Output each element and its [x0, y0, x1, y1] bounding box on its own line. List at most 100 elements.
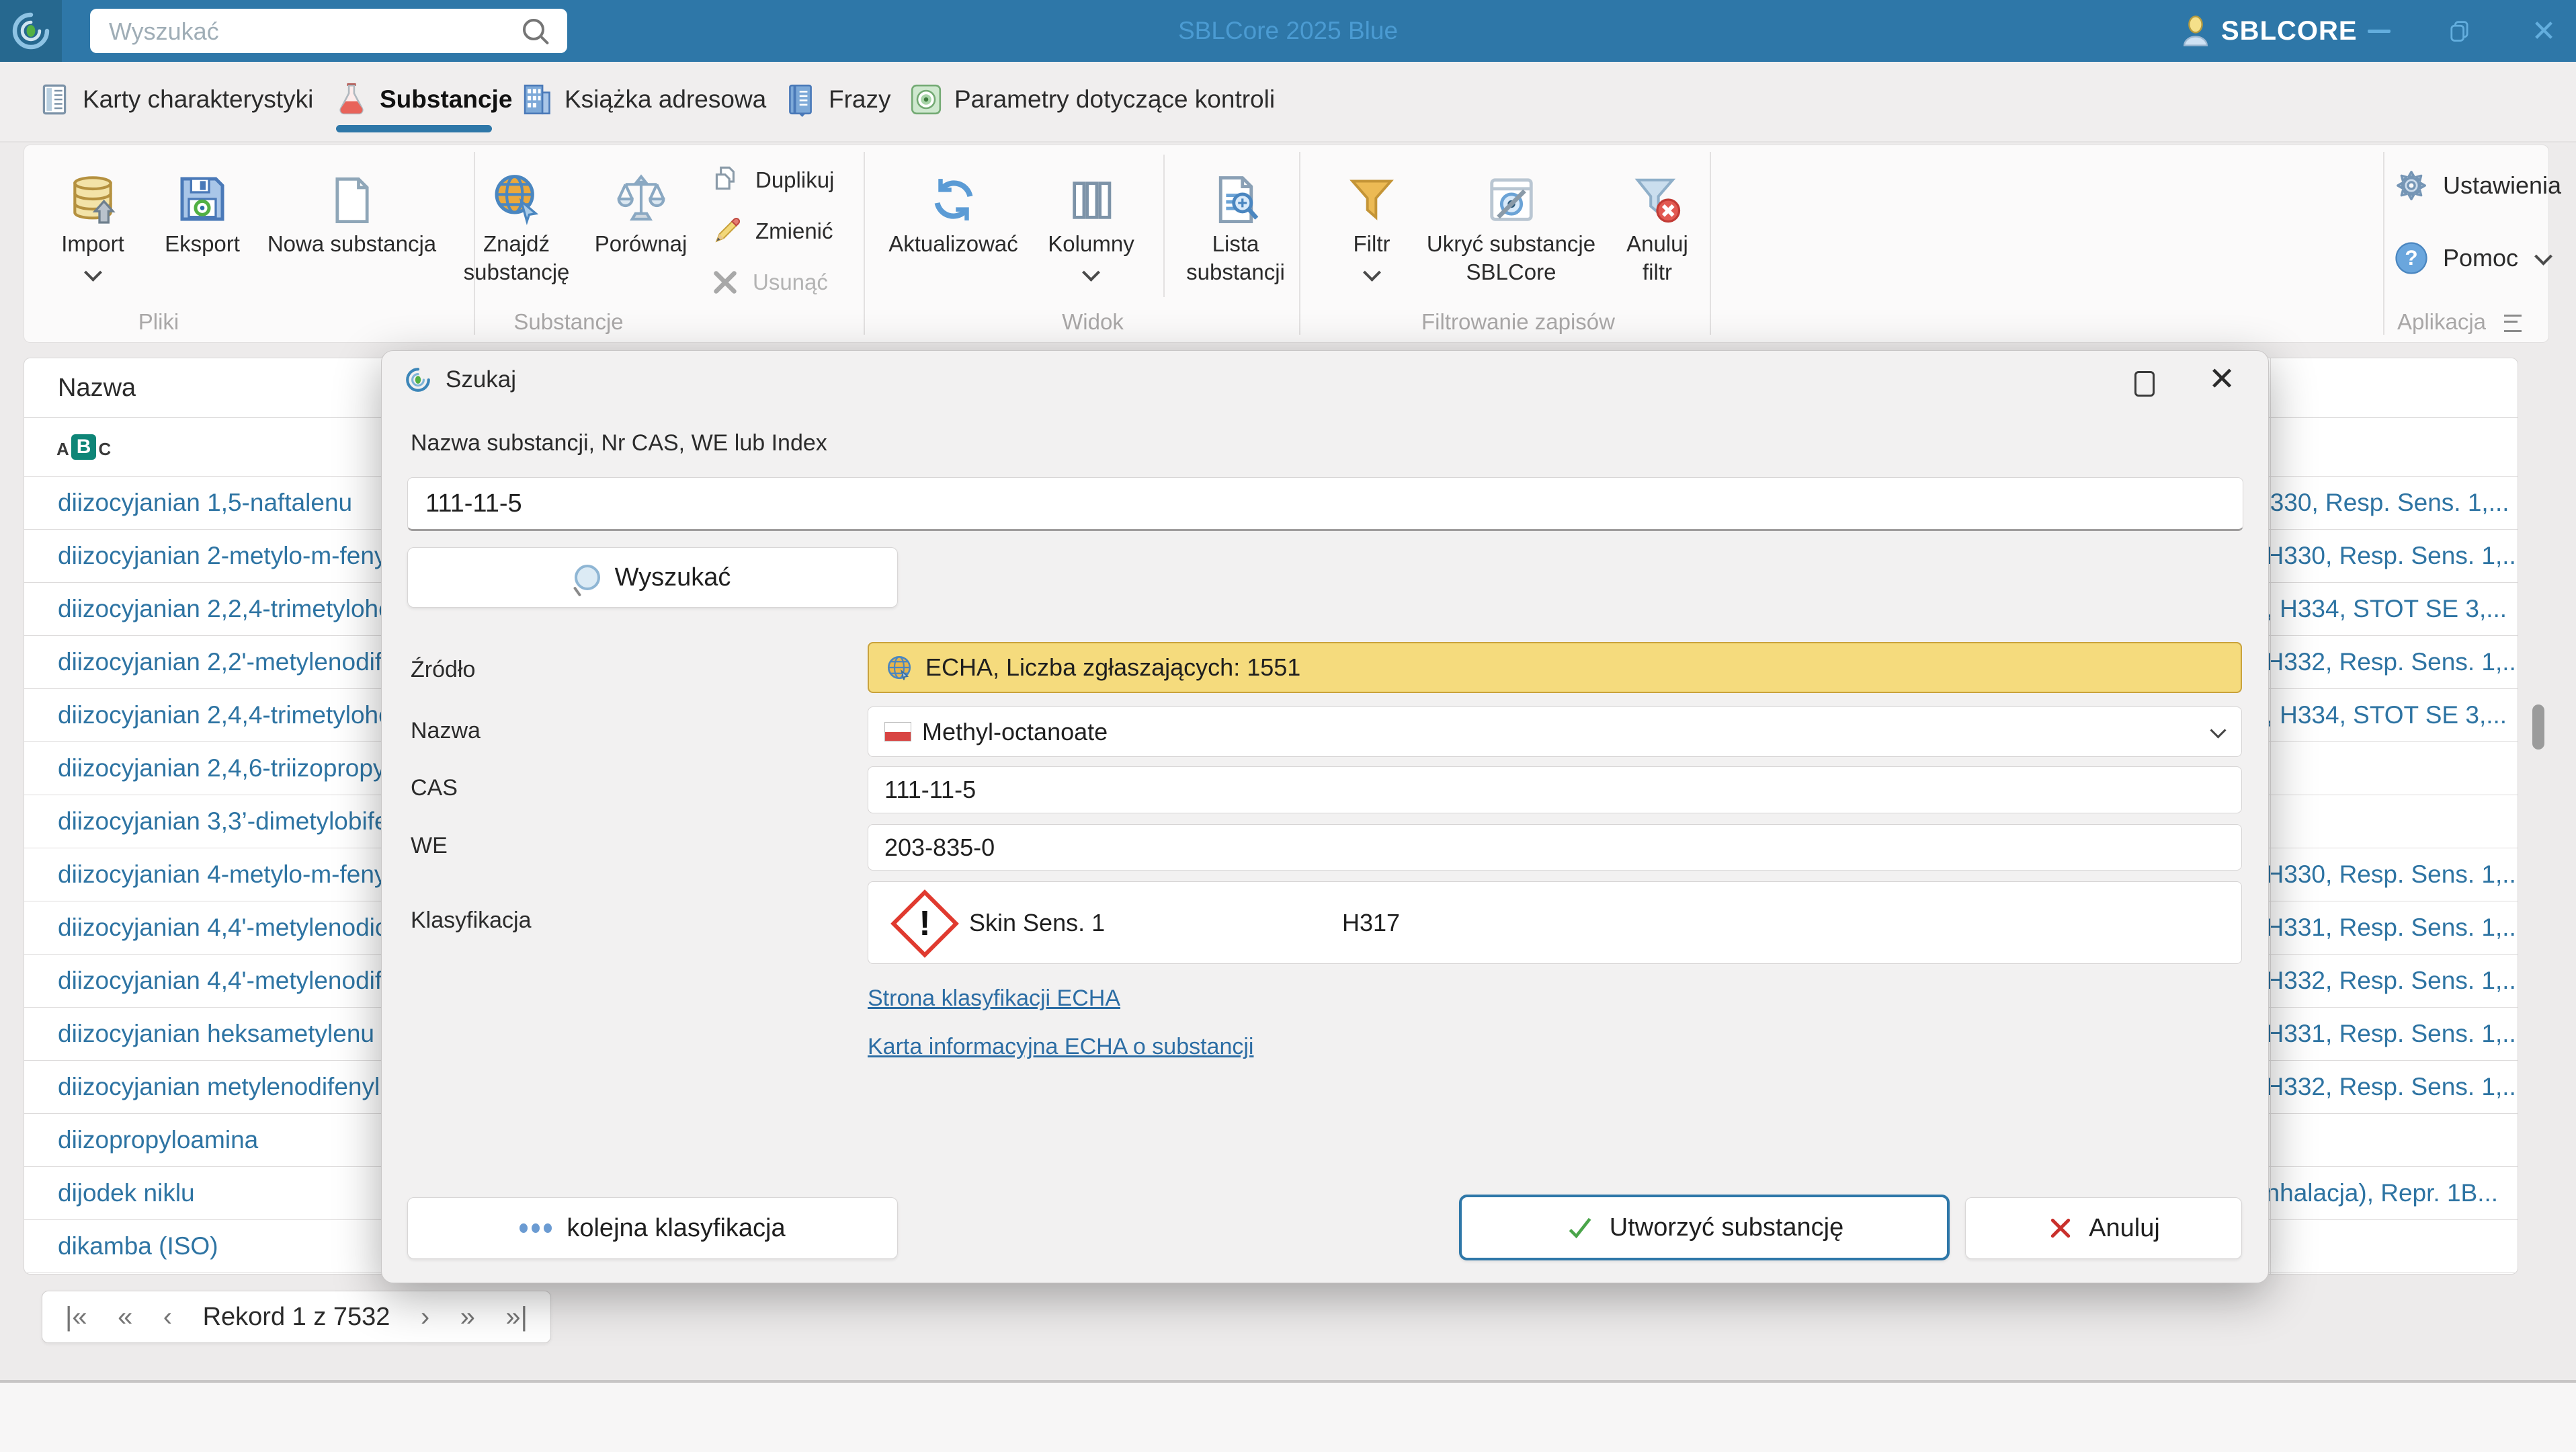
we-field[interactable]: 203-835-0: [868, 824, 2242, 871]
tab-ksiazka-adresowa[interactable]: Książka adresowa: [519, 62, 766, 137]
substance-name[interactable]: diizocyjanian 1,5-naftalenu: [58, 489, 352, 517]
previous-record-button[interactable]: ‹: [163, 1302, 172, 1332]
next-record-button[interactable]: ›: [421, 1302, 429, 1332]
tab-karty-charakterystyki[interactable]: Karty charakterystyki: [37, 62, 313, 137]
anuluj-label: Anuluj: [2089, 1213, 2160, 1242]
close-icon: ✕: [2208, 362, 2236, 397]
first-record-button[interactable]: |«: [65, 1302, 87, 1332]
duplikuj-button[interactable]: Duplikuj: [710, 159, 834, 202]
porownaj-button[interactable]: Porównaj: [582, 153, 700, 258]
tab-parametry-kontroli[interactable]: Parametry dotyczące kontroli: [909, 62, 1275, 137]
substance-name[interactable]: diizocyjanian heksametylenu: [58, 1020, 374, 1048]
copy-pages-icon: [710, 163, 743, 197]
account-button[interactable]: SBLCORE: [2179, 0, 2358, 62]
anuluj-filtr-button[interactable]: Anuluj filtr: [1610, 153, 1704, 286]
chevron-down-icon[interactable]: [2210, 722, 2227, 739]
globe-search-icon: [490, 153, 544, 230]
new-page-icon: [327, 153, 378, 230]
rewind-button[interactable]: «: [118, 1302, 132, 1332]
dialog-close-button[interactable]: ✕: [2208, 360, 2235, 398]
restore-button[interactable]: [2429, 0, 2490, 62]
echa-infocard-link[interactable]: Karta informacyjna ECHA o substancji: [868, 1034, 1253, 1060]
nazwa-value: Methyl-octanoate: [922, 717, 1108, 745]
globe-icon: [885, 653, 913, 682]
utworzyc-substancje-button[interactable]: Utworzyć substancję: [1459, 1195, 1950, 1260]
cancel-filter-icon: [1631, 153, 1684, 230]
active-tab-indicator: [336, 125, 492, 132]
znajdz-substancje-label: Znajdź substancję: [463, 231, 570, 284]
wyszukac-label: Wyszukać: [614, 563, 731, 592]
hazard-code: H317: [1342, 908, 1401, 936]
ukryc-substancje-button[interactable]: Ukryć substancje SBLCore: [1422, 153, 1600, 286]
chevron-down-icon: [2534, 247, 2552, 266]
group-label-substancje: Substancje: [513, 309, 624, 334]
usunac-button[interactable]: Usunąć: [710, 261, 828, 304]
znajdz-substancje-button[interactable]: Znajdź substancję: [454, 153, 579, 286]
classification-fragment: , H330, Resp. Sens. 1,...: [2252, 860, 2516, 888]
tab-label: Frazy: [829, 85, 891, 113]
close-icon: ✕: [2531, 14, 2557, 48]
minimize-button[interactable]: [2349, 0, 2409, 62]
dialog-title: Szukaj: [446, 366, 517, 393]
substance-name[interactable]: diizocyjanian 4-metylo-m-fenylenu: [58, 860, 433, 889]
chevron-down-icon: [83, 264, 102, 282]
substance-name[interactable]: diizocyjanian 2-metylo-m-fenylenu: [58, 542, 433, 570]
phrase-book-icon: [783, 82, 818, 117]
eksport-button[interactable]: Eksport: [145, 153, 259, 258]
dialog-maximize-button[interactable]: [2134, 371, 2155, 397]
window-bottom-strip: [0, 1383, 2576, 1452]
nowa-substancja-button[interactable]: Nowa substancja: [266, 153, 438, 258]
group-separator: [864, 152, 865, 335]
hazard-class: Skin Sens. 1: [969, 908, 1106, 936]
zmienic-button[interactable]: Zmienić: [710, 210, 833, 253]
group-separator: [2383, 152, 2384, 335]
search-icon[interactable]: [523, 19, 544, 40]
classification-fragment: , H331, Resp. Sens. 1,...: [2252, 914, 2516, 941]
tab-frazy[interactable]: Frazy: [783, 62, 891, 137]
zrodlo-field[interactable]: ECHA, Liczba zgłaszających: 1551: [868, 642, 2242, 693]
anuluj-button[interactable]: Anuluj: [1965, 1197, 2242, 1259]
hide-eye-window-icon: [1485, 153, 1538, 230]
ukryc-substancje-label: Ukryć substancje SBLCore: [1426, 231, 1596, 284]
database-import-icon: [66, 153, 120, 230]
lista-substancji-button[interactable]: Lista substancji: [1180, 153, 1291, 286]
delete-x-icon: [710, 267, 741, 298]
kolumny-button[interactable]: Kolumny: [1029, 153, 1153, 282]
anuluj-filtr-label: Anuluj filtr: [1626, 231, 1688, 284]
substance-name[interactable]: diizocyjanian metylenodifenylu: [58, 1073, 394, 1101]
ghs07-exclamation-icon: !: [890, 889, 959, 958]
import-button[interactable]: Import: [42, 153, 143, 282]
filtr-button[interactable]: Filtr: [1335, 153, 1409, 282]
substance-search-input[interactable]: [407, 477, 2243, 531]
aktualizowac-button[interactable]: Aktualizować: [888, 153, 1019, 258]
ribbon-tab-bar: Karty charakterystyki Substancje Książka…: [0, 62, 2576, 143]
close-button[interactable]: ✕: [2513, 0, 2574, 62]
abc-filter-icon[interactable]: ABC: [56, 434, 111, 460]
user-icon: [2179, 15, 2212, 47]
klasyfikacja-label: Klasyfikacja: [411, 908, 532, 933]
group-label-pliki: Pliki: [138, 309, 179, 334]
cas-value: 111-11-5: [884, 776, 977, 803]
global-search-input[interactable]: [108, 9, 520, 54]
echa-classification-link[interactable]: Strona klasyfikacji ECHA: [868, 985, 1120, 1012]
global-search-box[interactable]: [90, 9, 567, 54]
kolejna-klasyfikacja-button[interactable]: kolejna klasyfikacja: [407, 1197, 898, 1259]
substance-name[interactable]: diizopropyloamina: [58, 1126, 258, 1154]
last-record-button[interactable]: »|: [505, 1302, 528, 1332]
group-menu-icon[interactable]: [2504, 315, 2522, 332]
group-separator: [1299, 152, 1300, 335]
forward-button[interactable]: »: [460, 1302, 475, 1332]
ustawienia-button[interactable]: Ustawienia: [2393, 165, 2561, 206]
zrodlo-label: Źródło: [411, 657, 476, 682]
substance-name[interactable]: dijodek niklu: [58, 1179, 195, 1207]
cas-field[interactable]: 111-11-5: [868, 766, 2242, 813]
substance-name[interactable]: dikamba (ISO): [58, 1232, 218, 1260]
pomoc-button[interactable]: ? Pomoc: [2393, 238, 2552, 278]
vertical-scrollbar-thumb[interactable]: [2532, 704, 2544, 750]
classification-fragment: , H330, Resp. Sens. 1,...: [2252, 542, 2516, 569]
nazwa-dropdown[interactable]: Methyl-octanoate: [868, 707, 2242, 757]
check-icon: [1565, 1213, 1595, 1242]
porownaj-label: Porównaj: [594, 231, 688, 256]
wyszukac-button[interactable]: Wyszukać: [407, 547, 898, 608]
duplikuj-label: Duplikuj: [755, 167, 835, 192]
